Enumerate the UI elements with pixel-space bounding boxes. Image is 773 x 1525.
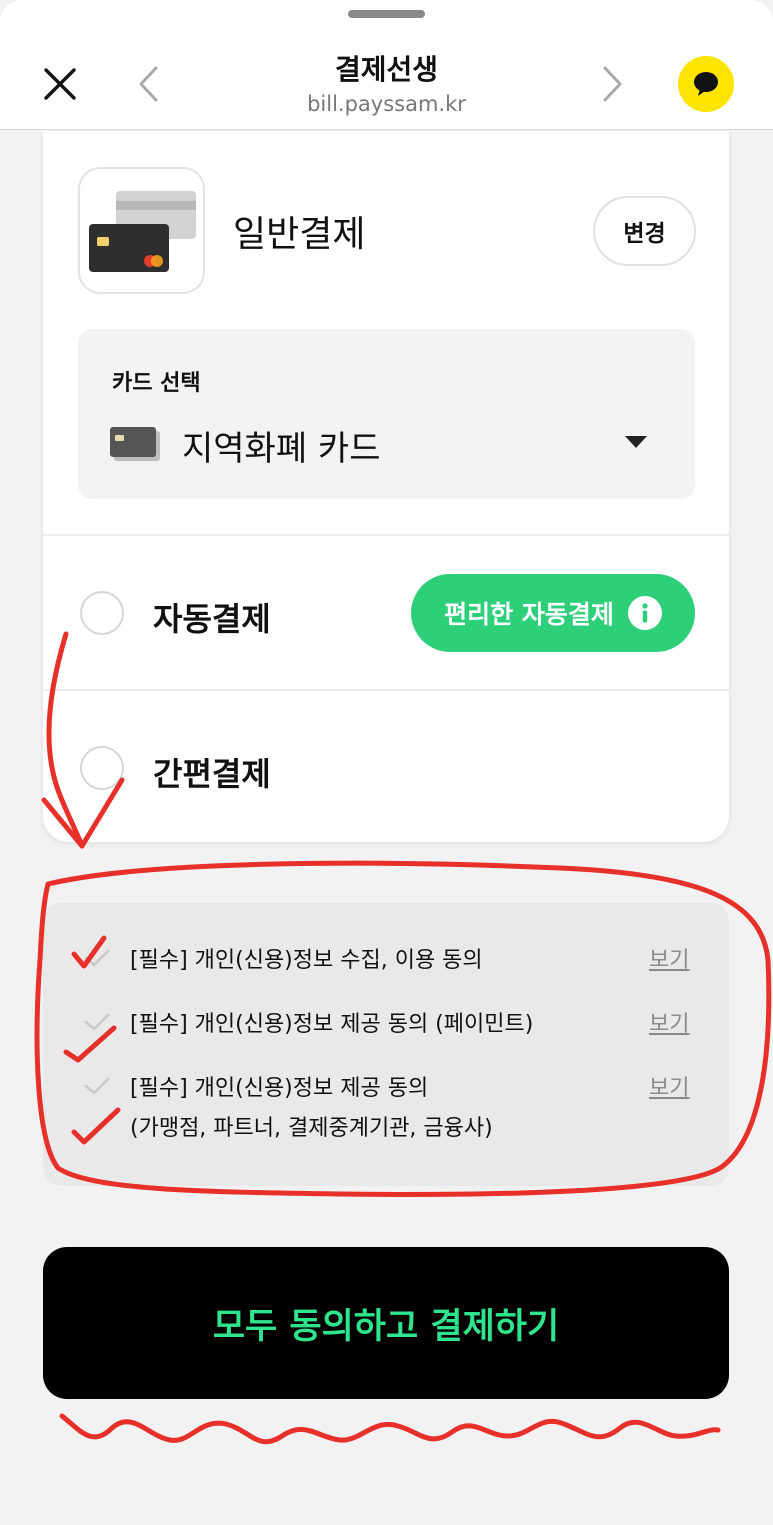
term-text: [필수] 개인(신용)정보 제공 동의 (페이민트): [130, 1012, 534, 1037]
app-header: 결제선생 bill.payssam.kr: [0, 0, 773, 130]
credit-card-icon: [89, 191, 196, 272]
auto-payment-info-button[interactable]: 편리한 자동결제: [411, 574, 695, 652]
chevron-right-icon: [603, 66, 622, 102]
annotation-squiggle: [59, 1413, 721, 1445]
term-text: [필수] 개인(신용)정보 제공 동의: [130, 1076, 429, 1101]
card-select-value: 지역화폐 카드: [182, 429, 381, 469]
checkmark-icon[interactable]: [83, 1075, 111, 1097]
term-view-link[interactable]: 보기: [649, 1005, 689, 1045]
radio-auto-payment[interactable]: [80, 591, 124, 635]
option-easy-payment[interactable]: 간편결제: [43, 691, 729, 841]
agree-and-pay-button[interactable]: 모두 동의하고 결제하기: [43, 1247, 729, 1399]
term-text: [필수] 개인(신용)정보 수집, 이용 동의: [130, 948, 483, 973]
term-text-subline: (가맹점, 파트너, 결제중계기관, 금융사): [130, 1116, 493, 1141]
term-row: [필수] 개인(신용)정보 제공 동의 (가맹점, 파트너, 결제중계기관, 금…: [43, 1069, 729, 1151]
term-row: [필수] 개인(신용)정보 제공 동의 (페이민트) 보기: [43, 1005, 729, 1045]
forward-button[interactable]: [593, 62, 633, 106]
change-method-button[interactable]: 변경: [593, 196, 696, 266]
term-view-link[interactable]: 보기: [649, 1069, 689, 1109]
page-url: bill.payssam.kr: [307, 92, 466, 116]
checkmark-icon[interactable]: [83, 1011, 111, 1033]
term-row: [필수] 개인(신용)정보 수집, 이용 동의 보기: [43, 941, 729, 981]
kakao-chat-button[interactable]: [678, 56, 734, 112]
checkmark-icon[interactable]: [83, 947, 111, 969]
terms-agreement-box: [필수] 개인(신용)정보 수집, 이용 동의 보기 [필수] 개인(신용)정보…: [43, 903, 729, 1186]
payment-card: 일반결제 변경 카드 선택 지역화폐 카드 자동결제 편리한 자동결제 간편결제: [43, 131, 729, 842]
card-select-box: 카드 선택 지역화폐 카드: [78, 329, 695, 499]
caret-down-icon: [625, 436, 647, 448]
card-select-dropdown[interactable]: 지역화폐 카드: [78, 411, 695, 475]
radio-easy-payment[interactable]: [80, 746, 124, 790]
sheet-grabber-handle[interactable]: [348, 10, 425, 18]
auto-payment-badge-label: 편리한 자동결제: [444, 600, 614, 629]
payment-method-icon-box: [78, 167, 205, 294]
option-label: 자동결제: [153, 600, 271, 638]
term-view-link[interactable]: 보기: [649, 941, 689, 981]
info-icon: [627, 596, 662, 630]
page-title: 결제선생: [334, 53, 439, 86]
card-select-label: 카드 선택: [112, 371, 201, 396]
card-icon: [110, 427, 160, 461]
option-label: 간편결제: [153, 755, 271, 793]
speech-bubble-icon: [694, 72, 718, 96]
payment-method-label: 일반결제: [233, 214, 366, 255]
